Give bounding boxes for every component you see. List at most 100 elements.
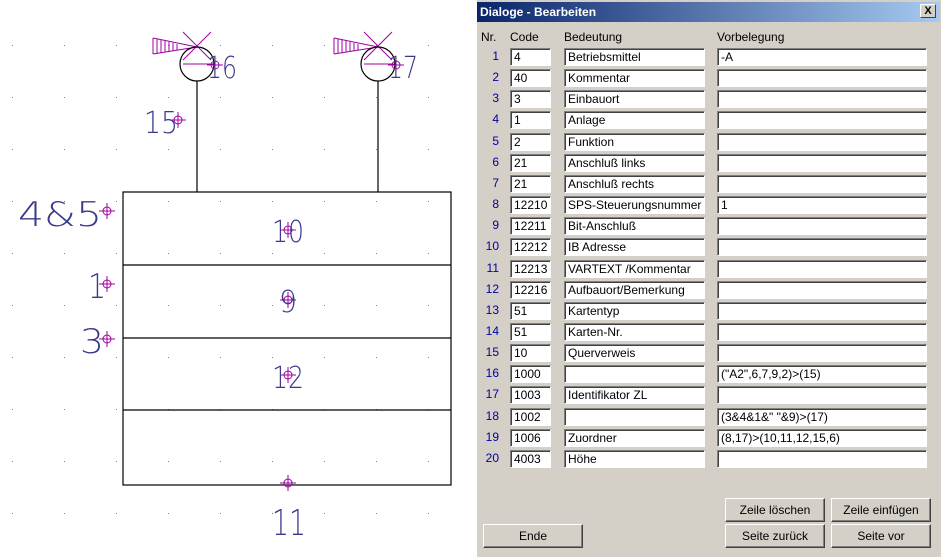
label-16: 16 <box>207 51 237 86</box>
row-number: 8 <box>492 197 499 212</box>
bedeutung-field[interactable]: Betriebsmittel <box>564 48 705 66</box>
code-field[interactable]: 51 <box>510 301 551 320</box>
code-field[interactable]: 1006 <box>510 428 551 447</box>
grid-dots <box>12 45 429 514</box>
table-row: 14 51 Karten-Nr. <box>477 322 940 343</box>
row-number: 11 <box>486 260 499 275</box>
vorbelegung-field[interactable] <box>717 301 927 320</box>
row-number: 4 <box>492 112 499 127</box>
zeile-einfuegen-button[interactable]: Zeile einfügen <box>831 498 931 522</box>
bedeutung-field[interactable]: Kommentar <box>564 69 705 88</box>
vorbelegung-field[interactable] <box>717 132 927 151</box>
code-field[interactable]: 12216 <box>510 280 551 299</box>
vorbelegung-field[interactable] <box>717 259 927 278</box>
table-row: 2 40 Kommentar <box>477 68 940 89</box>
vorbelegung-field[interactable] <box>717 280 927 299</box>
vorbelegung-field[interactable] <box>717 322 927 341</box>
bedeutung-field[interactable]: Bit-Anschluß <box>564 217 705 236</box>
row-number: 6 <box>492 154 499 169</box>
code-field[interactable]: 51 <box>510 322 551 341</box>
code-field[interactable]: 21 <box>510 153 551 172</box>
row-number: 17 <box>485 387 499 402</box>
drawing-canvas[interactable]: 16 17 15 4&5 1 3 10 9 12 11 <box>0 0 476 557</box>
row-number: 13 <box>485 302 499 317</box>
code-field[interactable]: 12213 <box>510 259 551 278</box>
row-number: 2 <box>492 70 499 85</box>
vorbelegung-field[interactable] <box>717 90 927 109</box>
bedeutung-field[interactable]: Höhe <box>564 449 705 468</box>
vorbelegung-field[interactable] <box>717 386 927 405</box>
row-number: 9 <box>492 218 499 233</box>
vorbelegung-field[interactable]: 1 <box>717 196 927 215</box>
code-field[interactable]: 4 <box>510 48 551 66</box>
dialog-titlebar[interactable]: Dialoge - Bearbeiten X <box>477 2 940 22</box>
bedeutung-field[interactable] <box>564 365 705 384</box>
table-row: 17 1003 Identifikator ZL <box>477 385 940 406</box>
bedeutung-field[interactable]: Einbauort <box>564 90 705 109</box>
bedeutung-field[interactable]: VARTEXT /Kommentar <box>564 259 705 278</box>
row-number: 15 <box>485 345 499 360</box>
row-number: 7 <box>492 175 499 190</box>
ende-button[interactable]: Ende <box>483 524 583 548</box>
bedeutung-field[interactable]: Anlage <box>564 111 705 130</box>
bedeutung-field[interactable] <box>564 407 705 426</box>
table-row: 13 51 Kartentyp <box>477 301 940 322</box>
table-row: 3 3 Einbauort <box>477 89 940 110</box>
code-field[interactable]: 1002 <box>510 407 551 426</box>
row-number: 10 <box>485 239 499 254</box>
code-field[interactable]: 3 <box>510 90 551 109</box>
label-15: 15 <box>144 106 178 141</box>
header-code: Code <box>510 30 539 44</box>
header-vorbelegung: Vorbelegung <box>717 30 785 44</box>
vorbelegung-field[interactable] <box>717 174 927 193</box>
code-field[interactable]: 12211 <box>510 217 551 236</box>
seite-zurueck-button[interactable]: Seite zurück <box>725 524 825 548</box>
vorbelegung-field[interactable] <box>717 69 927 88</box>
code-field[interactable]: 4003 <box>510 449 551 468</box>
bedeutung-field[interactable]: Karten-Nr. <box>564 322 705 341</box>
vorbelegung-field[interactable]: (8,17)>(10,11,12,15,6) <box>717 428 927 447</box>
zeile-loeschen-button[interactable]: Zeile löschen <box>725 498 825 522</box>
bedeutung-field[interactable]: Anschluß rechts <box>564 174 705 193</box>
vorbelegung-field[interactable]: ("A2",6,7,9,2)>(15) <box>717 365 927 384</box>
bedeutung-field[interactable]: Querverweis <box>564 344 705 363</box>
code-field[interactable]: 1 <box>510 111 551 130</box>
code-field[interactable]: 1000 <box>510 365 551 384</box>
vorbelegung-field[interactable] <box>717 449 927 468</box>
seite-vor-button[interactable]: Seite vor <box>831 524 931 548</box>
vorbelegung-field[interactable] <box>717 111 927 130</box>
label-3: 3 <box>80 322 104 362</box>
vorbelegung-field[interactable] <box>717 238 927 257</box>
vorbelegung-field[interactable] <box>717 153 927 172</box>
code-field[interactable]: 1003 <box>510 386 551 405</box>
bedeutung-field[interactable]: Funktion <box>564 132 705 151</box>
close-button[interactable]: X <box>920 4 936 18</box>
vorbelegung-field[interactable] <box>717 217 927 236</box>
table-row: 16 1000 ("A2",6,7,9,2)>(15) <box>477 364 940 385</box>
bedeutung-field[interactable]: Identifikator ZL <box>564 386 705 405</box>
table-row: 10 12212 IB Adresse <box>477 237 940 258</box>
code-field[interactable]: 12212 <box>510 238 551 257</box>
bedeutung-field[interactable]: Kartentyp <box>564 301 705 320</box>
code-field[interactable]: 12210 <box>510 196 551 215</box>
bedeutung-field[interactable]: IB Adresse <box>564 238 705 257</box>
bedeutung-field[interactable]: Zuordner <box>564 428 705 447</box>
code-field[interactable]: 10 <box>510 344 551 363</box>
antenna-symbol-right <box>333 31 396 192</box>
table-row: 12 12216 Aufbauort/Bemerkung <box>477 280 940 301</box>
table-row: 8 12210 SPS-Steuerungsnummer 1 <box>477 195 940 216</box>
vorbelegung-field[interactable]: (3&4&1&" "&9)>(17) <box>717 407 927 426</box>
close-icon: X <box>924 5 932 17</box>
code-field[interactable]: 21 <box>510 174 551 193</box>
table-row: 7 21 Anschluß rechts <box>477 174 940 195</box>
bedeutung-field[interactable]: Anschluß links <box>564 153 705 172</box>
bedeutung-field[interactable]: Aufbauort/Bemerkung <box>564 280 705 299</box>
table-row: 15 10 Querverweis <box>477 343 940 364</box>
row-number: 19 <box>485 429 499 444</box>
row-number: 18 <box>485 408 499 423</box>
code-field[interactable]: 2 <box>510 132 551 151</box>
bedeutung-field[interactable]: SPS-Steuerungsnummer <box>564 196 705 215</box>
vorbelegung-field[interactable] <box>717 344 927 363</box>
vorbelegung-field[interactable]: -A <box>717 48 927 66</box>
code-field[interactable]: 40 <box>510 69 551 88</box>
